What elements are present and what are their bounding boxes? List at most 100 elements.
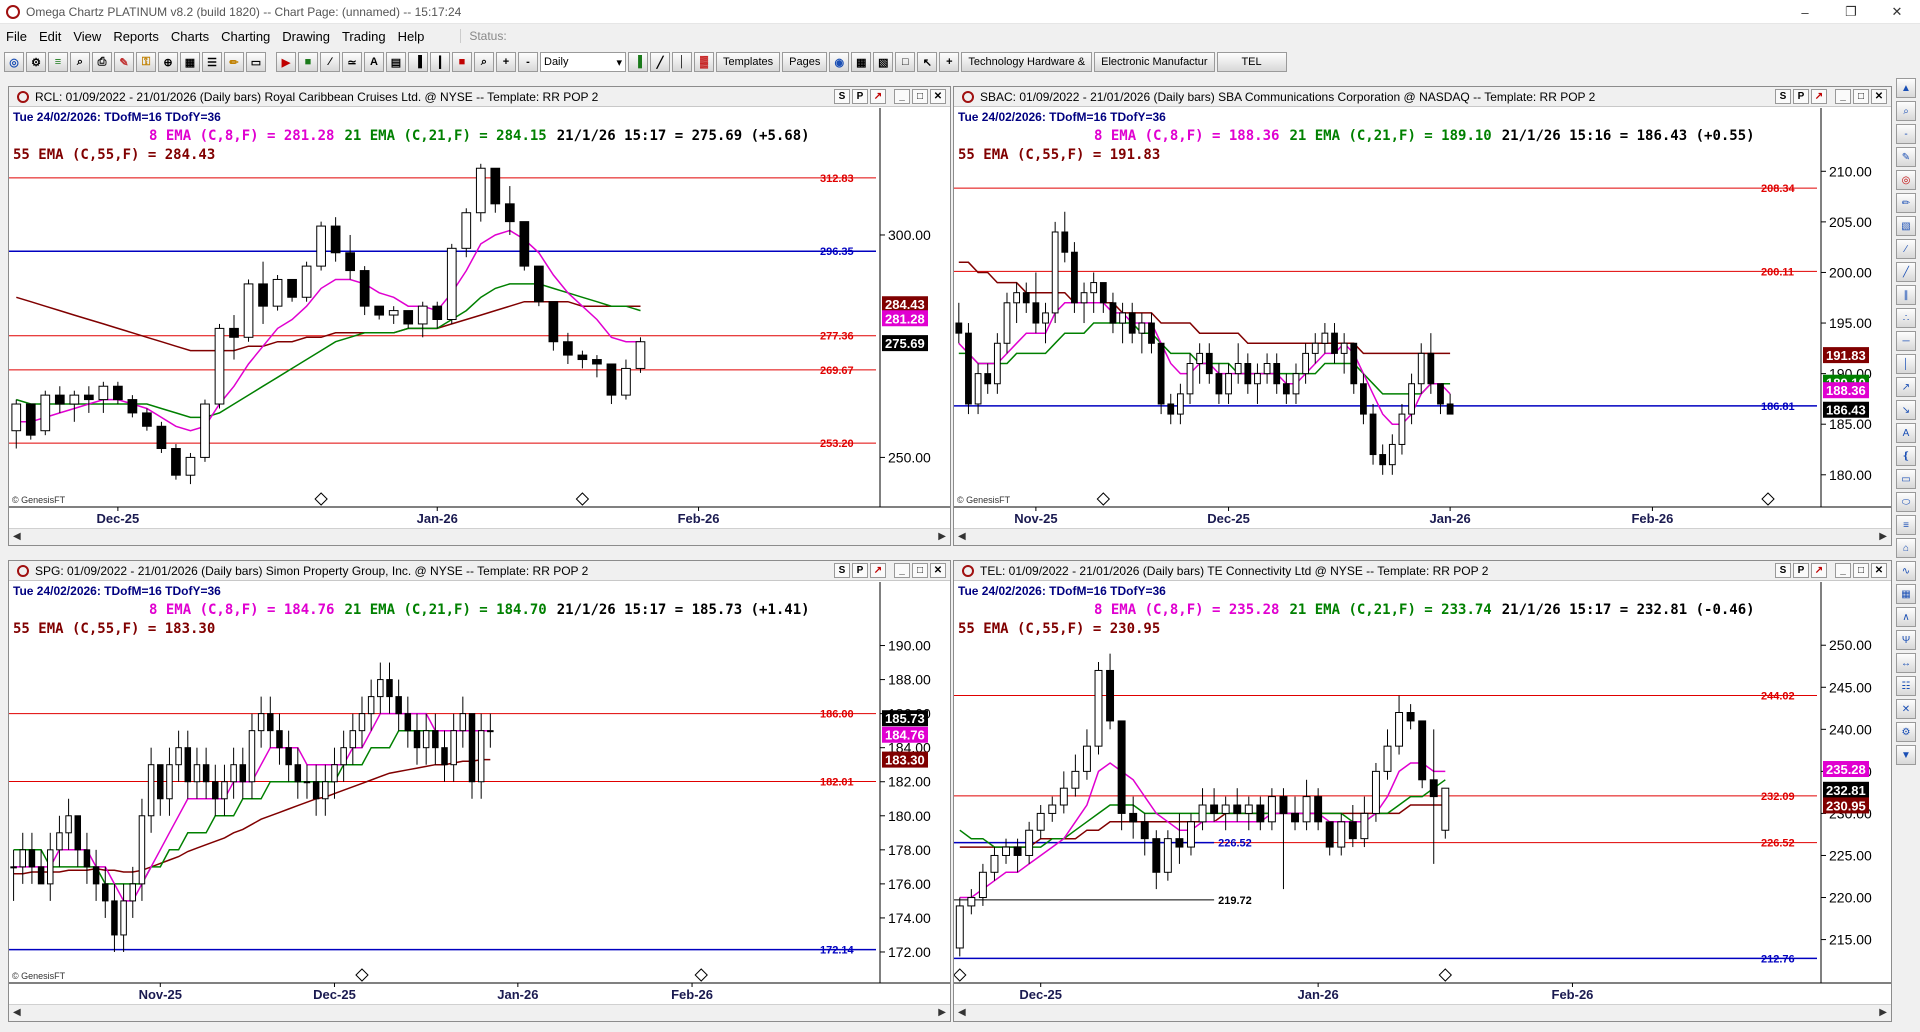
ellipse-icon[interactable]: ⬭ [1896,492,1916,512]
text-icon[interactable]: A [364,52,384,72]
s-button[interactable]: S [1775,563,1791,578]
grid-icon[interactable]: ▦ [1896,584,1916,604]
menu-view[interactable]: View [67,29,107,44]
red-block-icon[interactable]: ■ [452,52,472,72]
menu-drawing[interactable]: Drawing [276,29,336,44]
ray-icon[interactable]: ↘ [1896,400,1916,420]
chart-icon[interactable]: ≡ [48,52,68,72]
menu-file[interactable]: File [0,29,33,44]
scroll-left-icon[interactable]: ◀ [13,1007,21,1018]
close-icon[interactable]: ✕ [1871,89,1887,104]
popout-icon[interactable]: ↗ [870,563,886,578]
vline-icon[interactable]: │ [1896,354,1916,374]
scroll-left-icon[interactable]: ◀ [958,1007,966,1018]
menu-charts[interactable]: Charts [165,29,215,44]
arrow-icon[interactable]: ↗ [1896,377,1916,397]
edit-icon[interactable]: ✎ [114,52,134,72]
grid-icon[interactable]: ▤ [386,52,406,72]
p-button[interactable]: P [1793,89,1809,104]
hline-icon[interactable]: ─ [1896,331,1916,351]
sector-button-electronic[interactable]: Electronic Manufactur [1094,52,1215,72]
menu-reports[interactable]: Reports [107,29,165,44]
menu-trading[interactable]: Trading [336,29,392,44]
run-icon[interactable]: ▶ [276,52,296,72]
pages-button[interactable]: Pages [782,52,828,72]
stats-icon[interactable]: ▓ [694,52,714,72]
s-button[interactable]: S [834,89,850,104]
bars-icon[interactable]: ▐ [408,52,428,72]
price-chart[interactable]: Tue 24/02/2026: TDofM=16 TDofY=36 8 EMA (… [954,582,1891,1003]
cursor-icon[interactable]: ↖ [917,52,938,72]
cascade-icon[interactable]: ▧ [873,52,894,72]
trendline-2-icon[interactable]: ╱ [1896,262,1916,282]
fib-icon[interactable]: ≃ [342,52,362,72]
search-icon[interactable]: ⌕ [70,52,90,72]
horizontal-scrollbar[interactable]: ◀ ▶ [954,1004,1891,1021]
settings-icon[interactable]: ⚙ [1896,722,1916,742]
arrow-down-icon[interactable]: ▼ [1896,745,1916,765]
rect-icon[interactable]: ▭ [1896,469,1916,489]
arrow-up-icon[interactable]: ▲ [1896,78,1916,98]
horizontal-scrollbar[interactable]: ◀ ▶ [954,528,1891,545]
period-select[interactable]: Daily ▾ [540,52,626,72]
fib-icon[interactable]: ≡ [1896,515,1916,535]
brackets-icon[interactable]: ❴ [1896,446,1916,466]
close-icon[interactable]: ✕ [930,563,946,578]
note-icon[interactable]: ☷ [1896,676,1916,696]
globe-icon[interactable]: ◉ [829,52,850,72]
scroll-left-icon[interactable]: ◀ [13,531,21,542]
menu-charting[interactable]: Charting [215,29,276,44]
maximize-icon[interactable]: □ [1853,89,1869,104]
scroll-right-icon[interactable]: ▶ [1879,531,1887,542]
magnify-icon[interactable]: ⌕ [474,52,494,72]
zoom-out-icon[interactable]: - [1896,124,1916,144]
delete-icon[interactable]: ✕ [1896,699,1916,719]
line-chart-icon[interactable]: ╱ [650,52,670,72]
zoom-out-icon[interactable]: - [518,52,538,72]
ohlc-icon[interactable]: │ [672,52,692,72]
popout-icon[interactable]: ↗ [870,89,886,104]
minimize-icon[interactable]: _ [894,89,910,104]
gann-icon[interactable]: ⌂ [1896,538,1916,558]
circle-icon[interactable]: ◎ [1896,170,1916,190]
close-icon[interactable]: ✕ [1874,0,1920,24]
measure-icon[interactable]: ↔ [1896,653,1916,673]
zoom-in-icon[interactable]: + [496,52,516,72]
bar-chart-icon[interactable]: ▐ [628,52,648,72]
window-icon[interactable]: □ [895,52,916,72]
close-icon[interactable]: ✕ [1871,563,1887,578]
horizontal-scrollbar[interactable]: ◀ ▶ [9,528,950,545]
price-chart[interactable]: Tue 24/02/2026: TDofM=16 TDofY=36 8 EMA (… [9,108,950,527]
popout-icon[interactable]: ↗ [1811,89,1827,104]
lock-icon[interactable]: ⚿ [136,52,156,72]
restore-icon[interactable]: ❐ [1828,0,1874,24]
minimize-icon[interactable]: _ [1835,89,1851,104]
list-icon[interactable]: ☰ [202,52,222,72]
scroll-right-icon[interactable]: ▶ [1879,1007,1887,1018]
price-chart[interactable]: Tue 24/02/2026: TDofM=16 TDofY=36 8 EMA (… [954,108,1891,527]
horizontal-scrollbar[interactable]: ◀ ▶ [9,1004,950,1021]
maximize-icon[interactable]: □ [912,89,928,104]
s-button[interactable]: S [834,563,850,578]
minimize-icon[interactable]: _ [894,563,910,578]
maximize-icon[interactable]: □ [1853,563,1869,578]
menu-edit[interactable]: Edit [33,29,67,44]
sector-button-tech-hardware[interactable]: Technology Hardware & [961,52,1093,72]
open-icon[interactable]: ◎ [4,52,24,72]
ruler-icon[interactable]: ▭ [246,52,266,72]
menu-help[interactable]: Help [392,29,431,44]
symbol-button-tel[interactable]: TEL [1216,52,1287,72]
scroll-left-icon[interactable]: ◀ [958,531,966,542]
scroll-right-icon[interactable]: ▶ [938,1007,946,1018]
cycles-icon[interactable]: ∿ [1896,561,1916,581]
price-chart[interactable]: Tue 24/02/2026: TDofM=16 TDofY=36 8 EMA (… [9,582,950,1003]
pen-icon[interactable]: ✏ [1896,193,1916,213]
draw-line-icon[interactable]: ∕ [320,52,340,72]
magnify-icon[interactable]: ⌕ [1896,101,1916,121]
channel-icon[interactable]: ∥ [1896,285,1916,305]
minimize-icon[interactable]: _ [1835,563,1851,578]
pitchfork-icon[interactable]: Ψ [1896,630,1916,650]
tile-icon[interactable]: ▦ [851,52,872,72]
pencil-icon[interactable]: ✏ [224,52,244,72]
templates-button[interactable]: Templates [716,52,781,72]
